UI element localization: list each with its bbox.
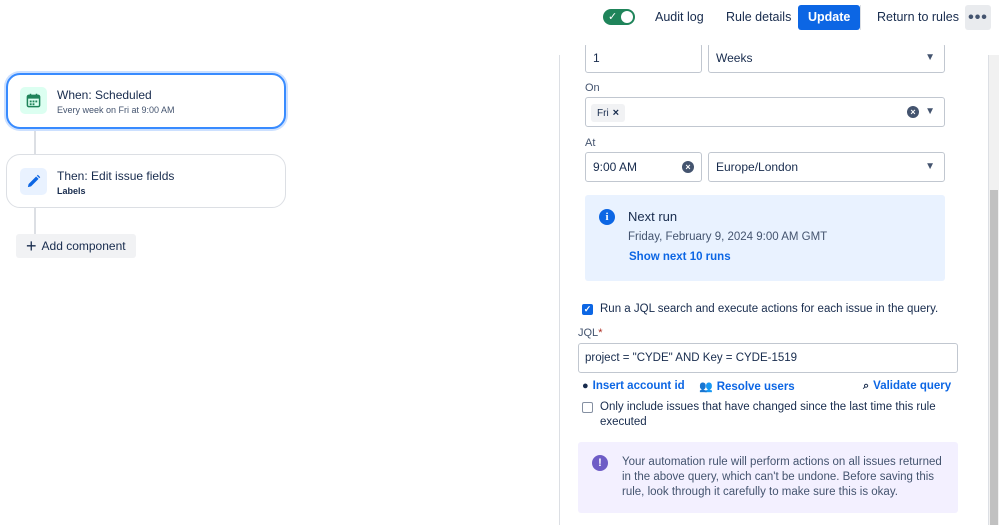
resolve-users-label: Resolve users xyxy=(716,381,795,393)
scrollbar-thumb[interactable] xyxy=(990,190,998,525)
timezone-select[interactable]: Europe/London ▼ xyxy=(708,152,945,182)
plus-icon: + xyxy=(26,235,37,256)
next-run-date: Friday, February 9, 2024 9:00 AM GMT xyxy=(628,231,828,243)
day-tag-label: Fri xyxy=(597,108,609,119)
at-label: At xyxy=(585,137,596,149)
more-actions-button[interactable]: ••• xyxy=(965,5,991,30)
search-icon: ⌕ xyxy=(863,380,870,392)
warning-text: Your automation rule will perform action… xyxy=(622,456,942,498)
insert-account-id-label: Insert account id xyxy=(592,380,685,392)
on-days-select[interactable]: × ▼ xyxy=(585,97,945,127)
action-subtitle: Labels xyxy=(57,186,86,196)
warning-icon: ! xyxy=(592,455,608,471)
flow-connector xyxy=(34,208,36,234)
warning-message: ! Your automation rule will perform acti… xyxy=(578,442,958,513)
interval-unit-value: Weeks xyxy=(716,51,753,65)
scroll-clip xyxy=(560,36,989,45)
show-next-runs-link[interactable]: Show next 10 runs xyxy=(629,251,731,263)
insert-account-id-link[interactable]: ● Insert account id xyxy=(582,380,685,392)
jql-label-text: JQL xyxy=(578,327,599,339)
day-tag-fri: Fri × xyxy=(591,104,626,122)
rule-details-button[interactable]: Rule details xyxy=(720,5,797,30)
info-icon: i xyxy=(599,209,615,225)
chevron-down-icon: ▼ xyxy=(925,52,935,63)
rule-enabled-toggle[interactable]: ✓ xyxy=(603,9,635,25)
required-marker: * xyxy=(598,327,603,339)
timezone-value: Europe/London xyxy=(716,160,799,174)
toolbar-divider xyxy=(860,5,861,30)
only-changed-line1: Only include issues that have changed si… xyxy=(600,401,936,413)
trigger-subtitle: Every week on Fri at 9:00 AM xyxy=(57,105,175,115)
resolve-users-link[interactable]: 👥 Resolve users xyxy=(699,380,795,393)
only-changed-checkbox[interactable] xyxy=(582,402,593,413)
clear-time-icon[interactable]: × xyxy=(682,161,694,173)
next-run-info: i Next run Friday, February 9, 2024 9:00… xyxy=(585,195,945,281)
action-title: Then: Edit issue fields xyxy=(57,169,175,183)
people-icon: 👥 xyxy=(699,381,713,393)
check-icon: ✓ xyxy=(608,11,618,23)
pencil-icon xyxy=(20,168,47,195)
add-component-label: Add component xyxy=(41,238,126,253)
run-jql-checkbox[interactable]: ✓ xyxy=(582,304,593,315)
trigger-title: When: Scheduled xyxy=(57,88,152,102)
add-component-button[interactable]: + Add component xyxy=(16,234,136,258)
only-changed-label: Only include issues that have changed si… xyxy=(600,400,936,430)
only-changed-line2: executed xyxy=(600,416,647,428)
return-to-rules-button[interactable]: Return to rules xyxy=(871,5,965,30)
panel-scrollbar[interactable] xyxy=(989,55,999,525)
next-run-title: Next run xyxy=(628,209,678,224)
run-jql-label: Run a JQL search and execute actions for… xyxy=(600,303,939,315)
chevron-down-icon: ▼ xyxy=(925,106,935,117)
remove-tag-icon[interactable]: × xyxy=(613,107,619,119)
on-label: On xyxy=(585,82,600,94)
toggle-knob xyxy=(621,11,633,23)
top-toolbar: ✓ Audit log Rule details Update Return t… xyxy=(0,0,999,36)
interval-unit-select[interactable]: Weeks ▼ xyxy=(708,43,945,73)
chevron-down-icon: ▼ xyxy=(925,161,935,172)
action-card[interactable]: Then: Edit issue fields Labels xyxy=(6,154,286,208)
time-input[interactable]: 9:00 AM × xyxy=(585,152,702,182)
jql-input[interactable]: project = "CYDE" AND Key = CYDE-1519 xyxy=(578,343,958,373)
jql-label: JQL* xyxy=(578,327,602,339)
interval-value-input[interactable]: 1 xyxy=(585,43,702,73)
update-button[interactable]: Update xyxy=(798,5,861,30)
user-icon: ● xyxy=(582,380,589,392)
audit-log-button[interactable]: Audit log xyxy=(649,5,710,30)
trigger-card[interactable]: When: Scheduled Every week on Fri at 9:0… xyxy=(6,73,286,129)
time-value: 9:00 AM xyxy=(593,160,638,174)
clear-icon[interactable]: × xyxy=(907,106,919,118)
calendar-icon xyxy=(20,87,47,114)
validate-query-link[interactable]: ⌕ Validate query xyxy=(863,380,951,393)
validate-query-label: Validate query xyxy=(873,380,952,392)
flow-connector xyxy=(34,129,36,154)
